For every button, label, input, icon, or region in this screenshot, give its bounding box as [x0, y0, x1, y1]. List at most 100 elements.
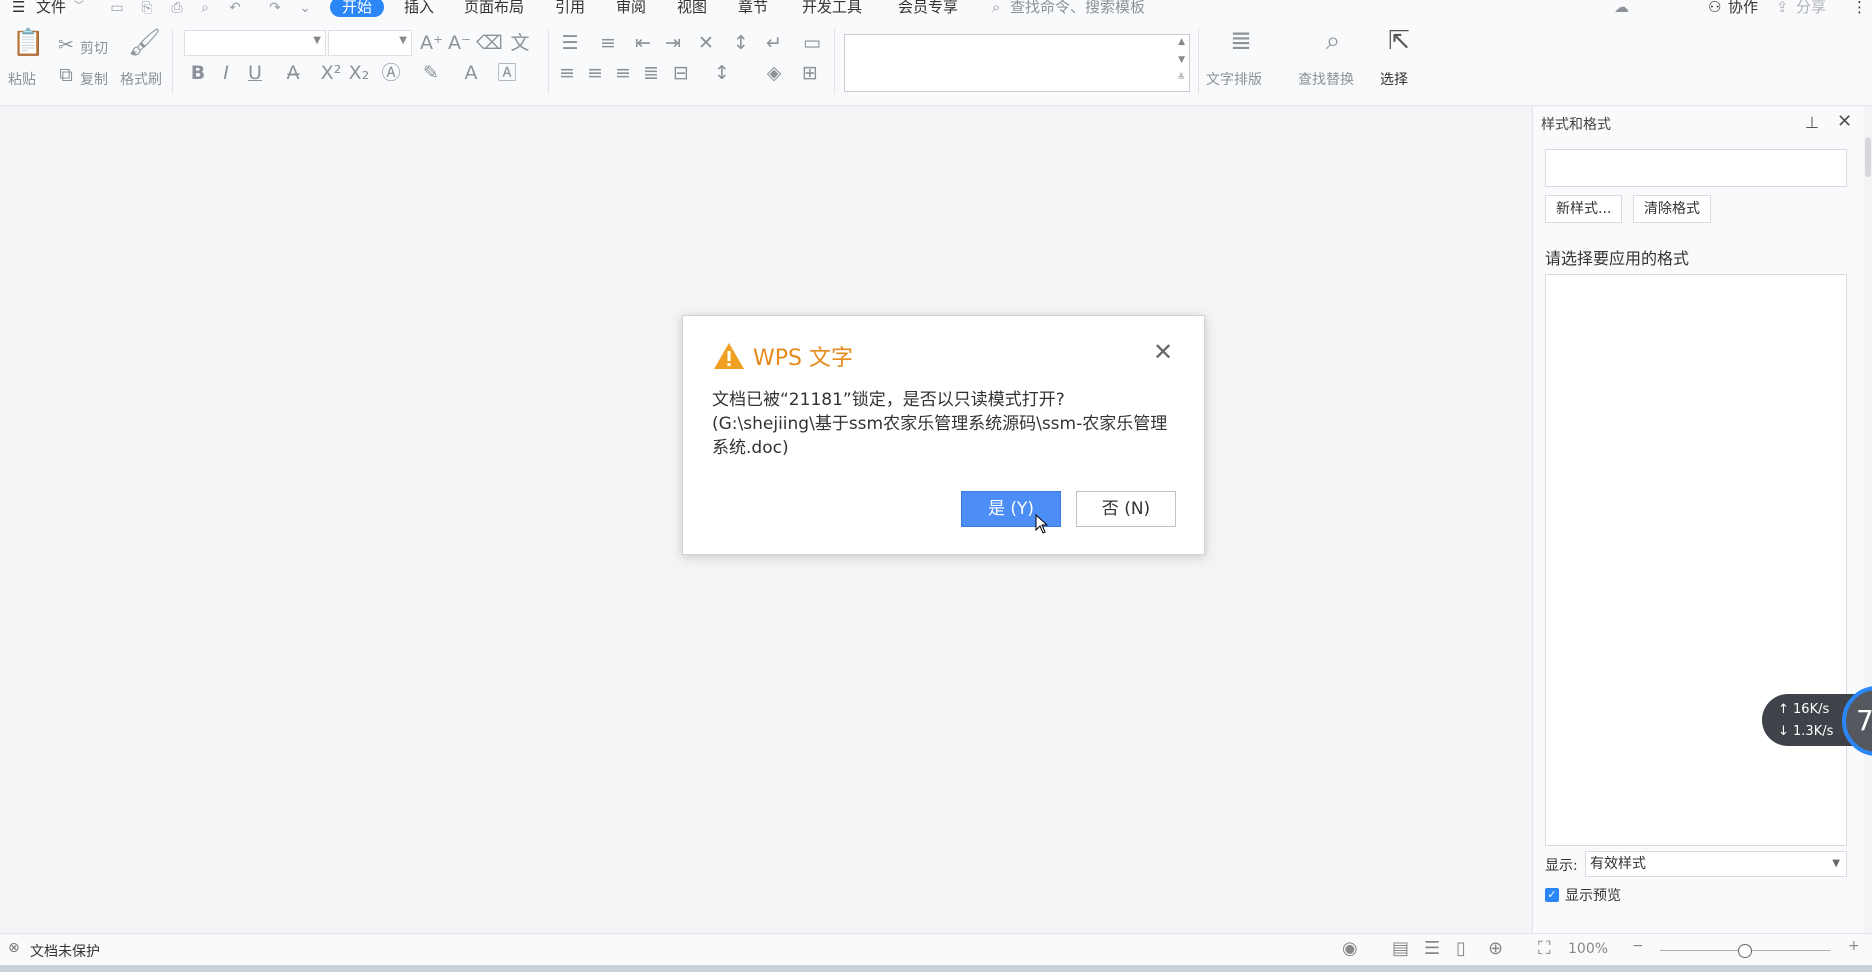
char-border-icon[interactable]: 🄰 [496, 62, 518, 84]
tab-member[interactable]: 会员专享 [898, 0, 958, 17]
cloud-sync-icon[interactable]: ☁ [1614, 0, 1629, 17]
web-view-icon[interactable]: ⊕ [1488, 938, 1503, 959]
reading-view-icon[interactable]: ▯ [1456, 938, 1466, 959]
justify-icon[interactable]: ≣ [640, 62, 662, 84]
tab-view[interactable]: 视图 [677, 0, 707, 17]
zoom-level[interactable]: 100% [1568, 941, 1608, 957]
eye-protection-icon[interactable]: ◉ [1342, 938, 1358, 959]
gallery-down-icon[interactable]: ▼ [1178, 55, 1185, 65]
font-color-icon[interactable]: A [460, 62, 482, 84]
tab-developer[interactable]: 开发工具 [802, 0, 862, 17]
scissors-icon[interactable]: ✂ [56, 34, 76, 56]
show-marks-icon[interactable]: ↵ [760, 32, 788, 54]
file-menu[interactable]: 文件 [36, 0, 66, 17]
protection-status[interactable]: 文档未保护 [30, 941, 100, 961]
outline-view-icon[interactable]: ☰ [1424, 938, 1440, 959]
no-button[interactable]: 否 (N) [1076, 491, 1176, 527]
menu-icon[interactable]: ☰ [12, 0, 25, 17]
paste-icon[interactable]: 📋 [12, 30, 44, 56]
undo-icon[interactable]: ↶ [226, 0, 244, 16]
share-button[interactable]: 分享 [1796, 0, 1826, 17]
font-size-select[interactable]: ▼ [328, 30, 412, 56]
export-icon[interactable]: ⎘ [138, 0, 156, 16]
cursor-select-icon[interactable]: ⇱ [1384, 28, 1414, 54]
style-search-input[interactable] [1545, 149, 1847, 187]
network-speed-widget[interactable]: ↑ 16K/s ↓ 1.3K/s 7 [1762, 686, 1872, 756]
zoom-out-icon[interactable]: − [1632, 938, 1644, 954]
page-view-icon[interactable]: ▤ [1392, 938, 1409, 959]
copy-icon[interactable]: ⧉ [56, 64, 76, 86]
subscript-icon[interactable]: X₂ [348, 62, 370, 84]
borders-icon[interactable]: ⊞ [796, 62, 824, 84]
zoom-in-icon[interactable]: + [1848, 938, 1860, 954]
align-left-icon[interactable]: ≡ [556, 62, 578, 84]
tab-review[interactable]: 审阅 [616, 0, 646, 17]
numbered-list-icon[interactable]: ≡ [594, 32, 622, 54]
zoom-slider-handle[interactable] [1738, 944, 1752, 958]
find-icon[interactable]: ⌕ [1316, 28, 1350, 54]
collab-button[interactable]: 协作 [1728, 0, 1758, 17]
panel-scrollbar[interactable] [1864, 107, 1872, 933]
print-preview-icon[interactable]: ⌕ [196, 0, 214, 16]
italic-icon[interactable]: I [216, 62, 236, 84]
strikethrough-icon[interactable]: A̶ [282, 62, 304, 84]
tab-home[interactable]: 开始 [330, 0, 385, 17]
scrollbar-thumb[interactable] [1865, 137, 1871, 177]
more-icon[interactable]: ⋮ [1852, 0, 1867, 17]
bullet-list-icon[interactable]: ☰ [556, 32, 584, 54]
find-replace-button[interactable]: 查找替换 [1298, 69, 1354, 89]
pin-icon[interactable]: ⊥ [1805, 113, 1819, 132]
format-list[interactable] [1545, 274, 1847, 846]
share-icon[interactable]: ⇪ [1776, 0, 1789, 17]
font-name-select[interactable]: ▼ [184, 30, 326, 56]
decrease-indent-icon[interactable]: ⇤ [632, 32, 654, 54]
distribute-icon[interactable]: ⊟ [670, 62, 692, 84]
ruler-icon[interactable]: ▭ [800, 32, 824, 54]
show-select[interactable]: 有效样式 ▼ [1585, 851, 1847, 877]
search-icon[interactable]: ⌕ [992, 0, 1000, 17]
align-center-icon[interactable]: ≡ [584, 62, 606, 84]
superscript-icon[interactable]: X² [320, 62, 342, 84]
print-icon[interactable]: ⎙ [168, 0, 186, 16]
tab-page-layout[interactable]: 页面布局 [464, 0, 524, 17]
tab-chapter[interactable]: 章节 [738, 0, 768, 17]
preview-toggle[interactable]: ✓ 显示预览 [1545, 885, 1621, 905]
paste-button[interactable]: 粘贴 [8, 69, 36, 89]
customize-icon[interactable]: ⌄ [296, 0, 314, 16]
chevron-down-icon[interactable]: ﹀ [74, 0, 84, 17]
preview-checkbox[interactable]: ✓ [1545, 888, 1559, 902]
text-layout-icon[interactable]: ≣ [1224, 28, 1258, 54]
copy-button[interactable]: 复制 [80, 69, 108, 89]
clear-format-button[interactable]: 清除格式 [1633, 195, 1711, 223]
sort-icon[interactable]: ↕ [730, 32, 752, 54]
collab-icon[interactable]: ⚇ [1708, 0, 1721, 17]
dialog-close-icon[interactable]: ✕ [1153, 340, 1173, 364]
new-style-button[interactable]: 新样式... [1545, 195, 1623, 223]
style-gallery[interactable]: ▲ ▼ ≚ [844, 34, 1190, 92]
underline-icon[interactable]: U [244, 62, 266, 84]
close-icon[interactable]: ✕ [1837, 111, 1852, 132]
gallery-more-icon[interactable]: ≚ [1177, 73, 1185, 83]
fit-page-icon[interactable]: ⛶ [1538, 938, 1551, 959]
chinese-layout-icon[interactable]: ✕ [692, 32, 720, 54]
increase-indent-icon[interactable]: ⇥ [662, 32, 684, 54]
format-painter-icon[interactable]: 🖌 [128, 30, 161, 56]
cut-button[interactable]: 剪切 [80, 38, 108, 58]
tab-references[interactable]: 引用 [555, 0, 585, 17]
line-spacing-icon[interactable]: ↕ [708, 62, 736, 84]
format-painter-button[interactable]: 格式刷 [120, 69, 162, 89]
gallery-up-icon[interactable]: ▲ [1178, 37, 1185, 47]
tab-insert[interactable]: 插入 [404, 0, 434, 17]
shading-icon[interactable]: ◈ [760, 62, 788, 84]
phonetic-icon[interactable]: 文 [506, 32, 534, 54]
align-right-icon[interactable]: ≡ [612, 62, 634, 84]
select-button[interactable]: 选择 [1380, 69, 1408, 89]
bold-icon[interactable]: B [188, 62, 208, 84]
grow-font-icon[interactable]: A⁺ [420, 32, 443, 54]
shrink-font-icon[interactable]: A⁻ [448, 32, 471, 54]
highlight-icon[interactable]: ✎ [420, 62, 442, 84]
text-effect-icon[interactable]: Ⓐ [380, 62, 402, 84]
panel-title[interactable]: 样式和格式 [1541, 114, 1611, 134]
eraser-icon[interactable]: ⌫ [476, 32, 503, 54]
save-icon[interactable]: ▭ [108, 0, 126, 16]
